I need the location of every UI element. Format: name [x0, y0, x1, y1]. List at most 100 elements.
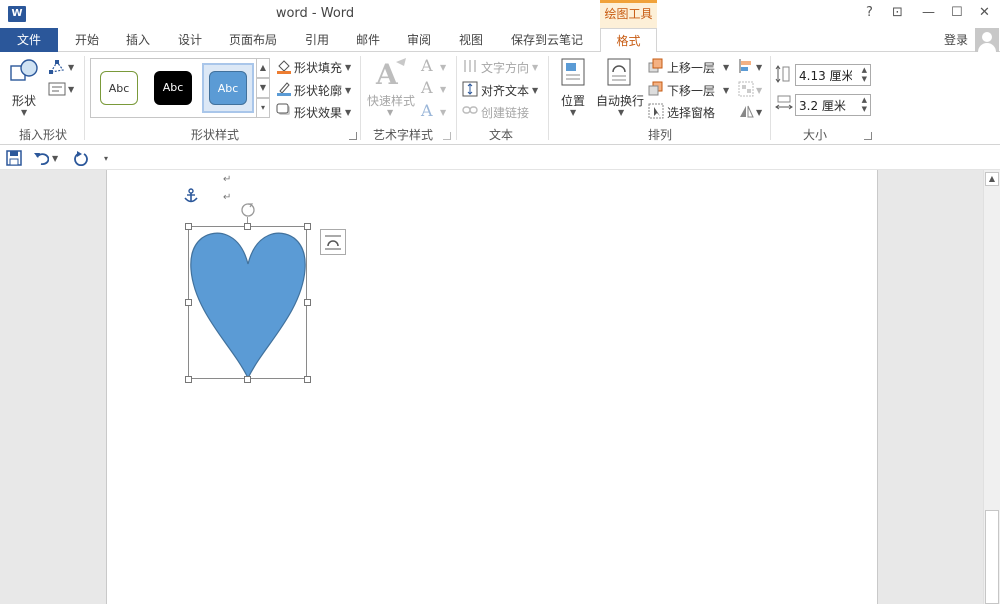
- tab-insert[interactable]: 插入: [117, 28, 159, 52]
- heart-shape[interactable]: [188, 226, 308, 380]
- undo-dropdown-icon[interactable]: ▼: [52, 154, 58, 163]
- tab-file[interactable]: 文件: [0, 28, 58, 52]
- shape-width-field[interactable]: ▲ ▼: [795, 94, 871, 116]
- text-direction-dropdown-icon[interactable]: ▼: [532, 63, 538, 72]
- tab-save-to-cloud[interactable]: 保存到云笔记: [505, 28, 589, 52]
- create-link-button[interactable]: 创建链接: [481, 104, 529, 121]
- shape-styles-launcher-icon[interactable]: [349, 132, 357, 140]
- quick-styles-button[interactable]: 快速样式: [367, 92, 415, 109]
- tab-page-layout[interactable]: 页面布局: [224, 28, 282, 52]
- send-backward-button[interactable]: 下移一层: [667, 82, 715, 99]
- position-button[interactable]: 位置: [561, 92, 585, 109]
- save-icon[interactable]: [6, 150, 22, 166]
- quick-styles-dropdown-icon[interactable]: ▼: [387, 108, 393, 117]
- resize-handle-top-right[interactable]: [304, 223, 311, 230]
- text-fill-icon[interactable]: A: [421, 56, 433, 75]
- document-area: ↵ ↵: [0, 170, 1000, 604]
- send-backward-dropdown-icon[interactable]: ▼: [723, 86, 729, 95]
- tab-format[interactable]: 格式: [600, 28, 657, 53]
- ribbon-display-options-icon[interactable]: ⊡: [892, 5, 903, 20]
- bring-forward-button[interactable]: 上移一层: [667, 59, 715, 76]
- minimize-button[interactable]: —: [922, 5, 935, 20]
- redo-icon[interactable]: [73, 150, 89, 166]
- resize-handle-top-left[interactable]: [185, 223, 192, 230]
- shape-style-black[interactable]: Abc: [154, 71, 192, 105]
- shape-effects-dropdown-icon[interactable]: ▼: [345, 108, 351, 117]
- shape-style-outline[interactable]: Abc: [100, 71, 138, 105]
- vertical-scrollbar[interactable]: ▲: [983, 170, 1000, 604]
- resize-handle-top[interactable]: [244, 223, 251, 230]
- align-icon[interactable]: [738, 58, 754, 74]
- svg-text:A: A: [375, 58, 399, 88]
- tab-view[interactable]: 视图: [450, 28, 492, 52]
- width-increase-icon[interactable]: ▲: [862, 96, 867, 104]
- shape-width-input[interactable]: [796, 95, 852, 115]
- shape-fill-dropdown-icon[interactable]: ▼: [345, 63, 351, 72]
- tab-design[interactable]: 设计: [169, 28, 211, 52]
- resize-handle-bottom-left[interactable]: [185, 376, 192, 383]
- tab-home[interactable]: 开始: [66, 28, 108, 52]
- close-button[interactable]: ✕: [979, 5, 990, 20]
- shape-height-input[interactable]: [796, 65, 852, 85]
- wordart-styles-launcher-icon[interactable]: [443, 132, 451, 140]
- layout-options-icon[interactable]: [320, 229, 346, 255]
- shape-outline-button[interactable]: 形状轮廓: [294, 82, 342, 99]
- shape-style-blue[interactable]: Abc: [209, 71, 247, 105]
- align-dropdown-icon[interactable]: ▼: [756, 63, 762, 72]
- align-text-icon: [462, 81, 478, 97]
- tab-mailings[interactable]: 邮件: [347, 28, 389, 52]
- text-box-dropdown-icon[interactable]: ▼: [68, 85, 74, 94]
- align-text-button[interactable]: 对齐文本: [481, 82, 529, 99]
- gallery-scroll-up[interactable]: ▲: [256, 58, 270, 78]
- tab-review[interactable]: 审阅: [398, 28, 440, 52]
- scroll-up-icon[interactable]: ▲: [985, 172, 999, 186]
- help-icon[interactable]: ?: [866, 5, 873, 20]
- text-fill-dropdown-icon[interactable]: ▼: [440, 63, 446, 72]
- shape-outline-dropdown-icon[interactable]: ▼: [345, 86, 351, 95]
- wrap-text-button[interactable]: 自动换行: [596, 92, 644, 109]
- group-objects-icon[interactable]: [738, 81, 754, 97]
- shape-fill-button[interactable]: 形状填充: [294, 59, 342, 76]
- tab-references[interactable]: 引用: [296, 28, 338, 52]
- text-outline-dropdown-icon[interactable]: ▼: [440, 85, 446, 94]
- shapes-button[interactable]: 形状: [12, 92, 36, 109]
- rotate-dropdown-icon[interactable]: ▼: [756, 108, 762, 117]
- align-text-dropdown-icon[interactable]: ▼: [532, 86, 538, 95]
- resize-handle-bottom[interactable]: [244, 376, 251, 383]
- height-decrease-icon[interactable]: ▼: [862, 75, 867, 83]
- maximize-button[interactable]: ☐: [951, 5, 963, 20]
- text-outline-icon[interactable]: A: [421, 78, 433, 97]
- customize-qat-icon[interactable]: ▾: [104, 154, 108, 163]
- scrollbar-thumb[interactable]: [985, 510, 999, 604]
- position-dropdown-icon[interactable]: ▼: [570, 108, 576, 117]
- group-label-size: 大小: [802, 128, 827, 142]
- text-direction-button[interactable]: 文字方向: [481, 59, 529, 76]
- text-effects-dropdown-icon[interactable]: ▼: [440, 108, 446, 117]
- size-launcher-icon[interactable]: [864, 132, 872, 140]
- text-effects-icon[interactable]: A: [421, 101, 433, 120]
- user-avatar[interactable]: [975, 28, 999, 52]
- rotate-icon[interactable]: [738, 103, 754, 119]
- edit-shape-dropdown-icon[interactable]: ▼: [68, 63, 74, 72]
- gallery-more[interactable]: ▾: [256, 98, 270, 118]
- resize-handle-left[interactable]: [185, 299, 192, 306]
- height-increase-icon[interactable]: ▲: [862, 66, 867, 74]
- undo-icon[interactable]: [33, 150, 49, 166]
- document-page[interactable]: ↵ ↵: [106, 170, 878, 604]
- rotate-handle-icon[interactable]: [239, 201, 257, 219]
- bring-forward-dropdown-icon[interactable]: ▼: [723, 63, 729, 72]
- edit-shape-icon[interactable]: [48, 59, 66, 75]
- shape-effects-button[interactable]: 形状效果: [294, 104, 342, 121]
- shapes-icon[interactable]: [10, 58, 40, 86]
- width-decrease-icon[interactable]: ▼: [862, 105, 867, 113]
- shape-height-field[interactable]: ▲ ▼: [795, 64, 871, 86]
- resize-handle-right[interactable]: [304, 299, 311, 306]
- group-dropdown-icon[interactable]: ▼: [756, 86, 762, 95]
- resize-handle-bottom-right[interactable]: [304, 376, 311, 383]
- wrap-text-dropdown-icon[interactable]: ▼: [618, 108, 624, 117]
- shapes-dropdown-icon[interactable]: ▼: [21, 108, 27, 117]
- sign-in-link[interactable]: 登录: [944, 28, 968, 52]
- selection-pane-button[interactable]: 选择窗格: [667, 104, 715, 121]
- text-box-icon[interactable]: [48, 82, 66, 96]
- gallery-scroll-down[interactable]: ▼: [256, 78, 270, 98]
